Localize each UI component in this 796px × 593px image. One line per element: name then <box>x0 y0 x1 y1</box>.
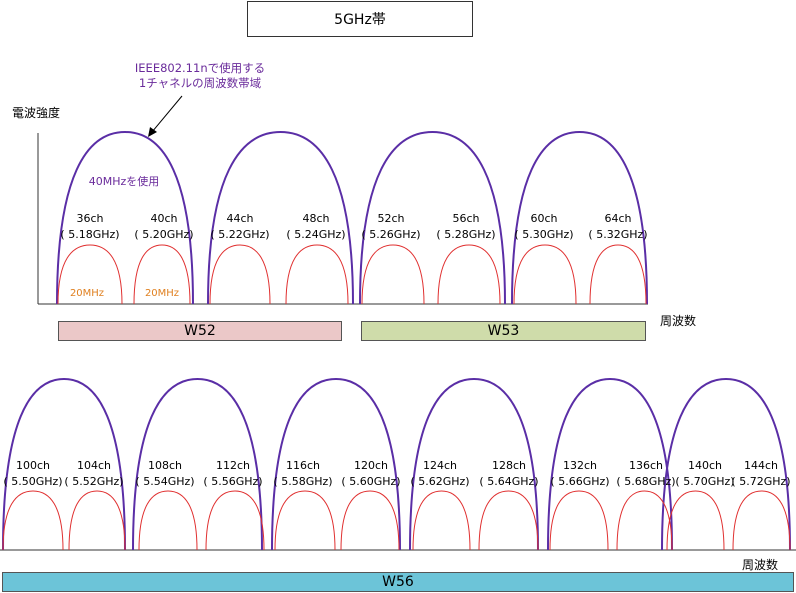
channel-freq-48ch: ( 5.24GHz) <box>286 228 345 241</box>
y-axis-label: 電波強度 <box>12 106 61 120</box>
band-w52: W52 <box>58 321 342 341</box>
page-title: 5GHz帯 <box>247 1 473 37</box>
channel-freq-120ch: ( 5.60GHz) <box>341 475 400 488</box>
narrow-channel-arc-b5 <box>274 490 336 551</box>
x-axis-label-bottom: 周波数 <box>742 558 779 572</box>
channel-label-60ch: 60ch <box>530 212 557 225</box>
wide-width-label: 40MHzを使用 <box>89 175 160 188</box>
channel-freq-124ch: ( 5.62GHz) <box>410 475 469 488</box>
channel-label-124ch: 124ch <box>423 459 457 472</box>
narrow-width-label-2: 20MHz <box>145 288 179 299</box>
narrow-channel-arc-b7 <box>412 490 471 551</box>
narrow-channel-arc-3 <box>209 244 271 305</box>
channel-label-40ch: 40ch <box>150 212 177 225</box>
channel-freq-40ch: ( 5.20GHz) <box>134 228 193 241</box>
channel-freq-64ch: ( 5.32GHz) <box>588 228 647 241</box>
annotation-line-2: 1チャネルの周波数帯域 <box>138 76 262 90</box>
channel-label-100ch: 100ch <box>16 459 50 472</box>
channel-freq-44ch: ( 5.22GHz) <box>210 228 269 241</box>
channel-label-112ch: 112ch <box>216 459 250 472</box>
channel-freq-108ch: ( 5.54GHz) <box>135 475 194 488</box>
narrow-channel-arc-8 <box>589 244 647 305</box>
channel-label-116ch: 116ch <box>286 459 320 472</box>
narrow-width-label-1: 20MHz <box>70 288 104 299</box>
channel-freq-132ch: ( 5.66GHz) <box>550 475 609 488</box>
channel-label-128ch: 128ch <box>492 459 526 472</box>
band-w56: W56 <box>2 572 794 592</box>
channel-label-120ch: 120ch <box>354 459 388 472</box>
annotation-text: IEEE802.11nで使用する 1チャネルの周波数帯域 <box>120 61 280 91</box>
channel-freq-144ch: ( 5.72GHz) <box>731 475 790 488</box>
channel-freq-52ch: ( 5.26GHz) <box>361 228 420 241</box>
narrow-channel-arc-b12 <box>732 490 791 551</box>
narrow-channel-arc-b8 <box>478 490 539 551</box>
annotation-arrowhead <box>148 127 157 137</box>
channel-label-108ch: 108ch <box>148 459 182 472</box>
channel-freq-136ch: ( 5.68GHz) <box>616 475 675 488</box>
narrow-channel-arc-b9 <box>549 490 609 551</box>
channel-freq-112ch: ( 5.56GHz) <box>203 475 262 488</box>
channel-freq-100ch: ( 5.50GHz) <box>3 475 62 488</box>
channel-freq-104ch: ( 5.52GHz) <box>64 475 123 488</box>
channel-label-104ch: 104ch <box>77 459 111 472</box>
narrow-channel-arc-6 <box>437 244 501 305</box>
channel-label-48ch: 48ch <box>302 212 329 225</box>
narrow-channel-arc-7 <box>513 244 577 305</box>
narrow-channel-arc-5 <box>361 244 425 305</box>
channel-freq-36ch: ( 5.18GHz) <box>60 228 119 241</box>
channel-label-52ch: 52ch <box>377 212 404 225</box>
channel-label-144ch: 144ch <box>744 459 778 472</box>
channel-freq-56ch: ( 5.28GHz) <box>436 228 495 241</box>
channel-freq-140ch: ( 5.70GHz) <box>675 475 734 488</box>
channel-label-140ch: 140ch <box>688 459 722 472</box>
channel-label-64ch: 64ch <box>604 212 631 225</box>
narrow-channel-arc-b1 <box>2 490 64 551</box>
narrow-channel-arc-4 <box>285 244 349 305</box>
channel-label-136ch: 136ch <box>629 459 663 472</box>
channel-freq-116ch: ( 5.58GHz) <box>273 475 332 488</box>
channel-freq-60ch: ( 5.30GHz) <box>514 228 573 241</box>
narrow-channel-arc-b11 <box>666 490 725 551</box>
channel-label-36ch: 36ch <box>76 212 103 225</box>
narrow-channel-arc-b6 <box>340 490 400 551</box>
band-w53: W53 <box>361 321 646 341</box>
narrow-channel-arc-b3 <box>138 490 198 551</box>
channel-label-44ch: 44ch <box>226 212 253 225</box>
narrow-channel-arc-b2 <box>68 490 126 551</box>
channel-freq-128ch: ( 5.64GHz) <box>479 475 538 488</box>
narrow-channel-arc-b4 <box>205 490 265 551</box>
channel-label-56ch: 56ch <box>452 212 479 225</box>
annotation-arrow <box>151 95 183 133</box>
x-axis-label-top: 周波数 <box>660 314 697 328</box>
channel-label-132ch: 132ch <box>563 459 597 472</box>
annotation-line-1: IEEE802.11nで使用する <box>134 61 266 75</box>
